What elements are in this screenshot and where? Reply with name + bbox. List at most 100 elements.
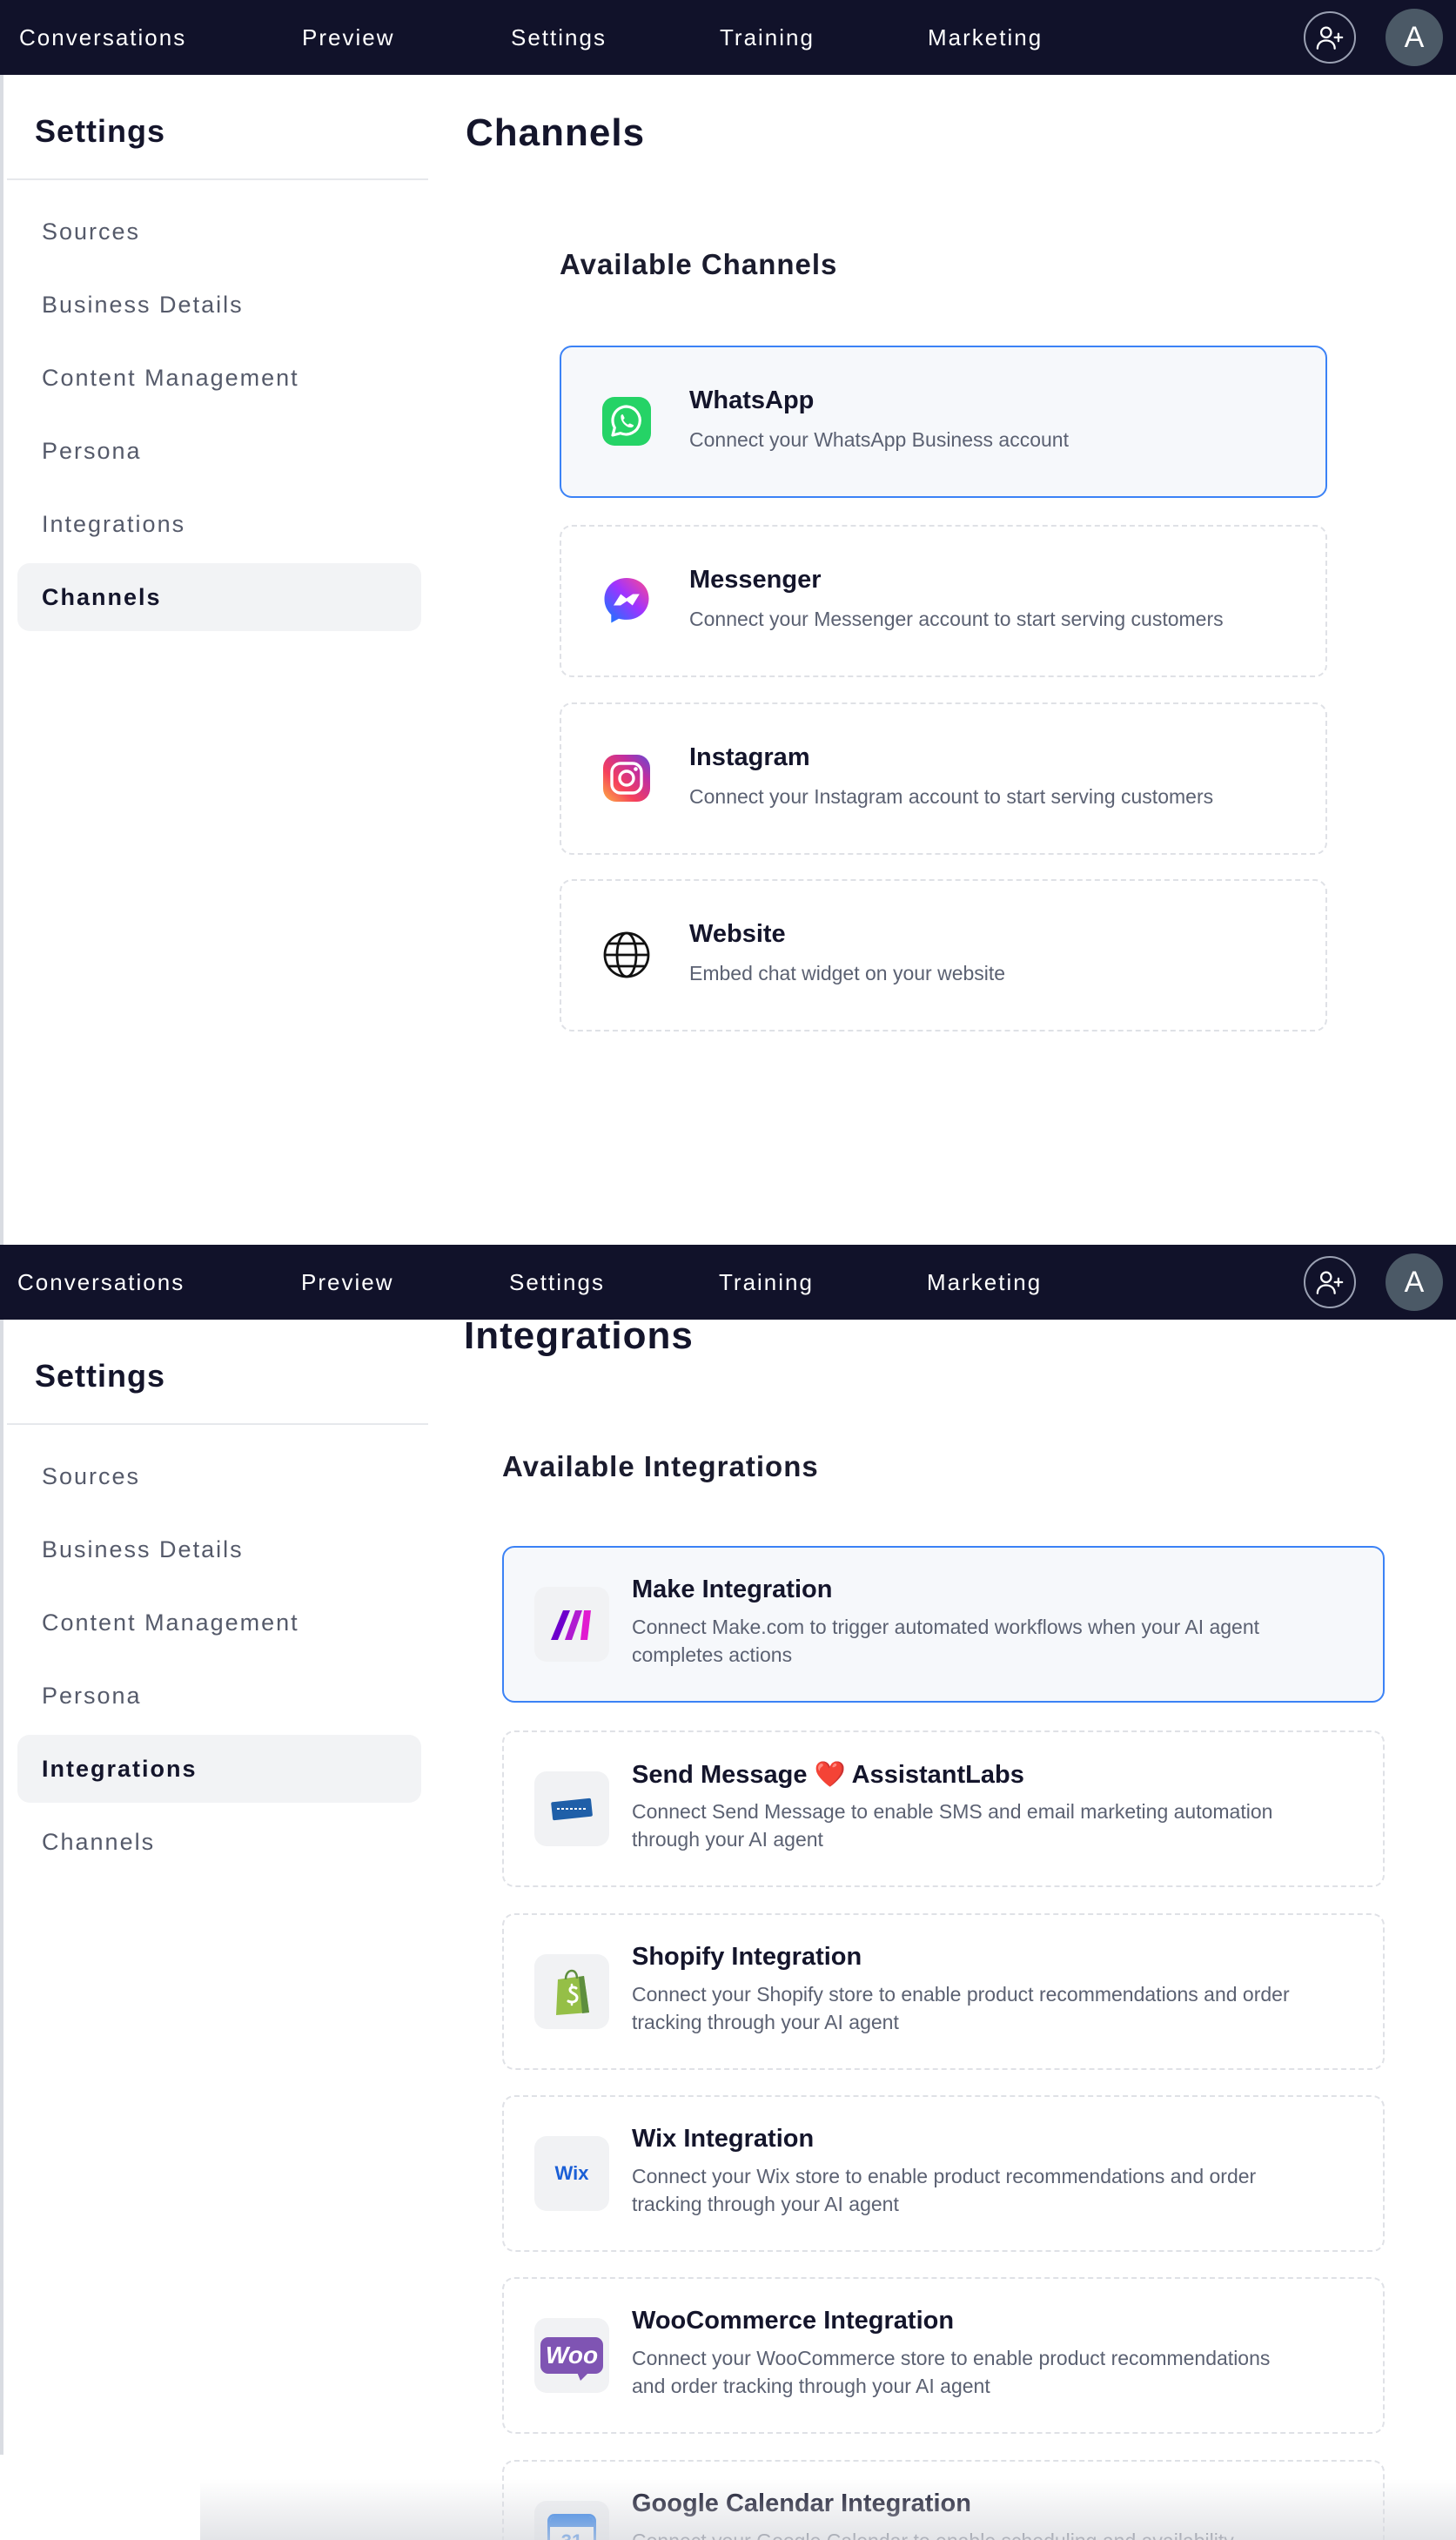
card-name: WooCommerce Integration — [632, 2307, 955, 2335]
sidebar-item-persona[interactable]: Persona — [17, 417, 421, 485]
section-heading: Available Channels — [560, 248, 838, 280]
card-description: Connect your WhatsApp Business account — [689, 428, 1069, 451]
card-description: Connect your Instagram account to start … — [689, 785, 1214, 808]
sidebar-item-label: Business Details — [42, 1536, 244, 1562]
settings-sidebar: Settings Sources Business Details Conten… — [0, 1320, 428, 2455]
sidebar-item-label: Integrations — [42, 1756, 198, 1782]
nav-preview[interactable]: Preview — [301, 1245, 393, 1320]
card-description: Connect your Google Calendar to enable s… — [632, 2527, 1293, 2540]
top-navigation-bar: Conversations Preview Settings Training … — [0, 1245, 1456, 1320]
sidebar-item-channels[interactable]: Channels — [17, 563, 421, 631]
sidebar-item-content-management[interactable]: Content Management — [17, 1589, 421, 1656]
settings-sidebar: Settings Sources Business Details Conten… — [0, 75, 428, 1245]
nav-marketing[interactable]: Marketing — [928, 0, 1043, 75]
card-name: Instagram — [689, 743, 810, 771]
sidebar-item-content-management[interactable]: Content Management — [17, 344, 421, 412]
card-name: Messenger — [689, 566, 822, 594]
card-name: Shopify Integration — [632, 1943, 862, 1971]
integration-card-woocommerce[interactable]: Woo WooCommerce Integration Connect your… — [502, 2277, 1385, 2434]
nav-marketing[interactable]: Marketing — [927, 1245, 1042, 1320]
globe-icon — [601, 929, 653, 981]
sidebar-item-label: Business Details — [42, 292, 244, 318]
page-title: Channels — [466, 111, 646, 154]
sidebar-item-label: Sources — [42, 218, 141, 245]
card-name: WhatsApp — [689, 386, 815, 414]
add-user-button[interactable] — [1304, 1256, 1356, 1308]
nav-conversations[interactable]: Conversations — [17, 1245, 185, 1320]
card-description: Connect Make.com to trigger automated wo… — [632, 1616, 1260, 1666]
make-logo-icon — [534, 1587, 609, 1662]
add-user-icon — [1316, 1271, 1344, 1294]
section-heading: Available Integrations — [502, 1450, 819, 1482]
card-description: Connect your Shopify store to enable pro… — [632, 1983, 1290, 2033]
sidebar-title: Settings — [35, 1358, 166, 1394]
add-user-icon — [1316, 26, 1344, 50]
sidebar-item-label: Channels — [42, 584, 162, 610]
nav-settings[interactable]: Settings — [509, 1245, 605, 1320]
sidebar-item-label: Content Management — [42, 365, 299, 391]
sidebar-item-integrations[interactable]: Integrations — [17, 1735, 421, 1803]
woocommerce-logo-icon: Woo — [534, 2318, 609, 2393]
send-message-logo-icon — [534, 1771, 609, 1846]
sidebar-title: Settings — [35, 113, 166, 149]
sidebar-item-persona[interactable]: Persona — [17, 1662, 421, 1730]
channel-card-instagram[interactable]: Instagram Connect your Instagram account… — [560, 702, 1327, 855]
integration-card-make[interactable]: Make Integration Connect Make.com to tri… — [502, 1546, 1385, 1703]
card-description: Connect Send Message to enable SMS and e… — [632, 1800, 1273, 1851]
woocommerce-badge-tail — [577, 2372, 589, 2381]
nav-settings[interactable]: Settings — [511, 0, 607, 75]
channel-card-messenger[interactable]: Messenger Connect your Messenger account… — [560, 525, 1327, 677]
nav-conversations[interactable]: Conversations — [19, 0, 186, 75]
sidebar-item-sources[interactable]: Sources — [17, 1442, 421, 1510]
google-calendar-icon: 31 — [534, 2501, 609, 2540]
sidebar-item-integrations[interactable]: Integrations — [17, 490, 421, 558]
messenger-icon — [601, 575, 653, 627]
card-name: Google Calendar Integration — [632, 2490, 971, 2517]
sidebar-item-channels[interactable]: Channels — [17, 1808, 421, 1876]
integration-card-wix[interactable]: Wix Wix Integration Connect your Wix sto… — [502, 2095, 1385, 2252]
sidebar-item-label: Integrations — [42, 511, 186, 537]
card-name: Wix Integration — [632, 2125, 815, 2153]
avatar[interactable]: A — [1386, 1253, 1443, 1311]
channel-card-website[interactable]: Website Embed chat widget on your websit… — [560, 879, 1327, 1031]
card-name: Send Message ❤️ AssistantLabs — [632, 1761, 1024, 1789]
card-description: Connect your Wix store to enable product… — [632, 2165, 1257, 2215]
sidebar-item-label: Persona — [42, 1683, 142, 1709]
sidebar-item-business-details[interactable]: Business Details — [17, 1515, 421, 1583]
shopify-logo-icon — [534, 1954, 609, 2029]
google-calendar-badge: 31 — [547, 2514, 596, 2540]
card-name: Make Integration — [632, 1576, 833, 1603]
integration-card-google-calendar[interactable]: 31 Google Calendar Integration Connect y… — [502, 2460, 1385, 2540]
wix-logo-icon: Wix — [534, 2136, 609, 2211]
add-user-button[interactable] — [1304, 11, 1356, 64]
page-title: Integrations — [464, 1314, 694, 1357]
top-navigation-bar: Conversations Preview Settings Training … — [0, 0, 1456, 75]
sidebar-item-sources[interactable]: Sources — [17, 198, 421, 265]
avatar[interactable]: A — [1386, 9, 1443, 66]
nav-training[interactable]: Training — [720, 0, 815, 75]
sidebar-item-label: Content Management — [42, 1609, 299, 1636]
sidebar-item-label: Persona — [42, 438, 142, 464]
sidebar-divider — [7, 1423, 428, 1425]
integration-card-send-message[interactable]: Send Message ❤️ AssistantLabs Connect Se… — [502, 1730, 1385, 1887]
whatsapp-icon — [601, 395, 653, 447]
nav-preview[interactable]: Preview — [302, 0, 394, 75]
sidebar-item-business-details[interactable]: Business Details — [17, 271, 421, 339]
nav-training[interactable]: Training — [719, 1245, 814, 1320]
instagram-icon — [601, 752, 653, 804]
google-calendar-day: 31 — [550, 2527, 594, 2540]
integrations-screen: Conversations Preview Settings Training … — [0, 1245, 1456, 2540]
google-calendar-header — [550, 2516, 594, 2527]
integration-card-shopify[interactable]: Shopify Integration Connect your Shopify… — [502, 1913, 1385, 2070]
sidebar-item-label: Sources — [42, 1463, 141, 1489]
card-description: Connect your WooCommerce store to enable… — [632, 2347, 1271, 2397]
woocommerce-badge: Woo — [540, 2337, 603, 2381]
card-description: Connect your Messenger account to start … — [689, 608, 1224, 630]
woocommerce-logo-text: Woo — [545, 2342, 599, 2369]
sidebar-divider — [7, 178, 428, 180]
channels-screen: Conversations Preview Settings Training … — [0, 0, 1456, 1245]
card-description: Embed chat widget on your website — [689, 962, 1006, 984]
channel-card-whatsapp[interactable]: WhatsApp Connect your WhatsApp Business … — [560, 346, 1327, 498]
card-name: Website — [689, 920, 786, 948]
sidebar-item-label: Channels — [42, 1829, 156, 1855]
